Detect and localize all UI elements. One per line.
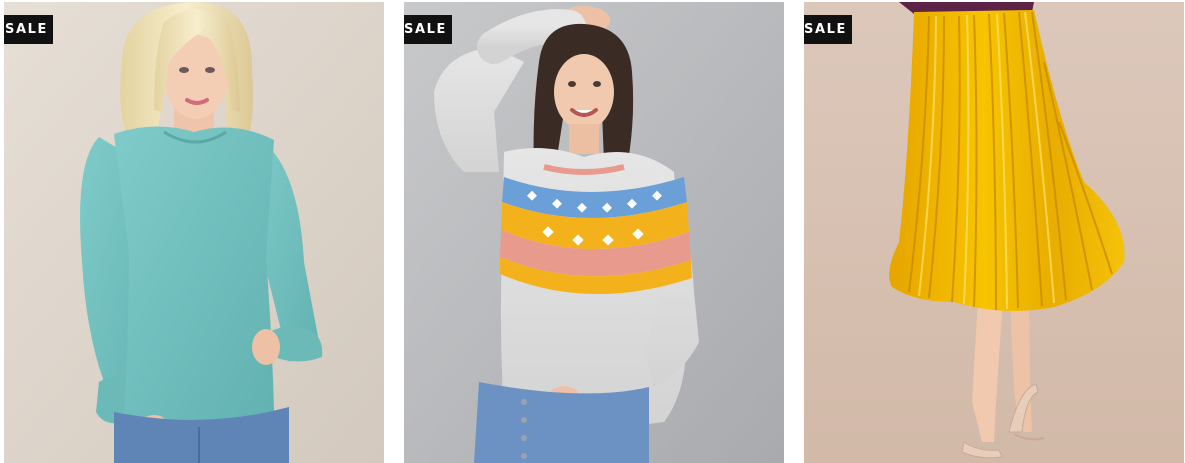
- product-card[interactable]: SALE: [804, 2, 1184, 463]
- product-card[interactable]: SALE: [4, 2, 384, 463]
- product-image[interactable]: [804, 2, 1184, 463]
- product-image[interactable]: [4, 2, 384, 463]
- sale-badge: SALE: [804, 15, 852, 44]
- sale-badge: SALE: [4, 15, 53, 44]
- product-grid: SALE SALE SALE: [0, 0, 1185, 463]
- sale-badge: SALE: [404, 15, 452, 44]
- product-image[interactable]: [404, 2, 784, 463]
- product-card[interactable]: SALE: [404, 2, 784, 463]
